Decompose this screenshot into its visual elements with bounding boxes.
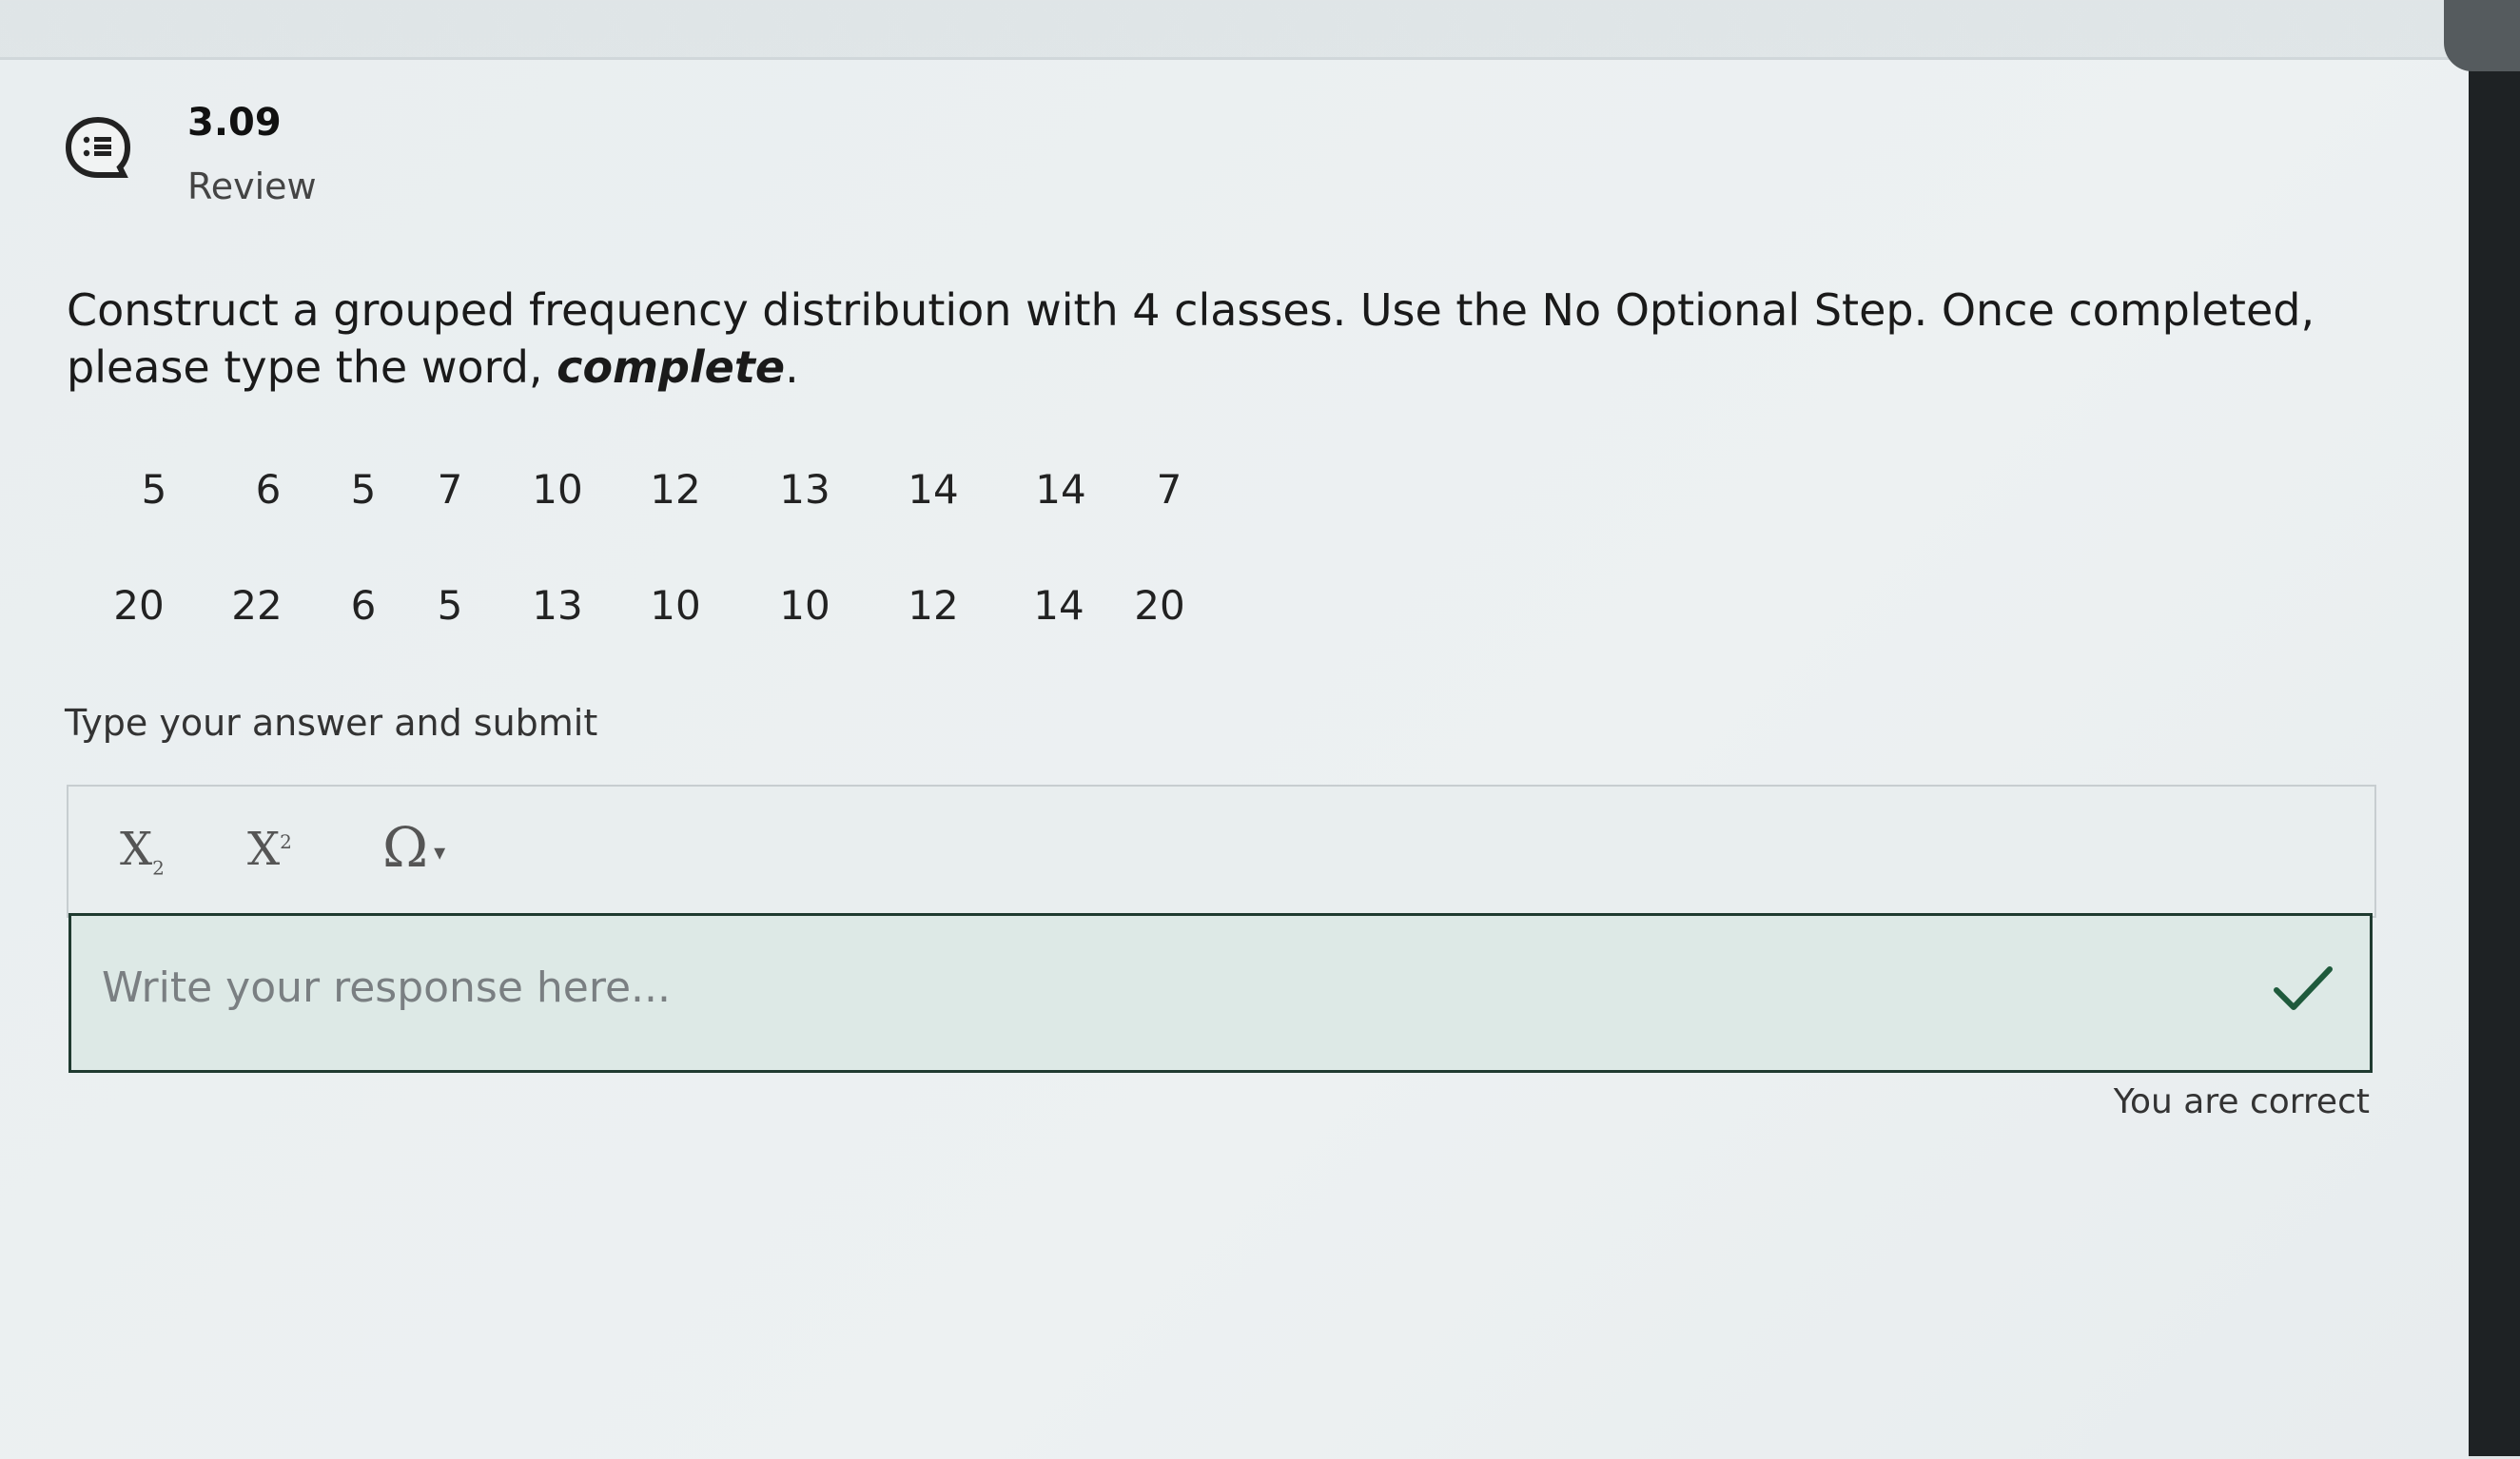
superscript-label: X xyxy=(247,823,281,876)
omega-icon: Ω xyxy=(382,815,429,880)
subscript-mark: 2 xyxy=(152,856,165,880)
data-value: 12 xyxy=(908,582,959,629)
data-value: 7 xyxy=(437,466,463,513)
superscript-button[interactable]: X2 xyxy=(247,823,292,876)
data-value: 5 xyxy=(141,466,167,513)
screen-bezel xyxy=(2469,0,2520,1456)
data-value: 5 xyxy=(350,466,377,513)
data-value: 10 xyxy=(532,466,583,513)
data-value: 20 xyxy=(113,582,165,629)
subscript-label: X xyxy=(120,823,153,876)
data-value: 10 xyxy=(650,582,701,629)
prompt-end: . xyxy=(785,341,799,393)
data-value: 13 xyxy=(779,466,830,513)
checkmark-icon xyxy=(2274,966,2333,1010)
subscript-button[interactable]: X2 xyxy=(120,823,165,880)
prompt-text: Construct a grouped frequency distributi… xyxy=(67,284,2315,393)
data-value: 14 xyxy=(908,466,959,513)
data-value: 7 xyxy=(1156,466,1182,513)
prompt-emphasis: complete xyxy=(557,341,786,393)
question-panel xyxy=(0,57,2469,1459)
data-value: 6 xyxy=(255,466,282,513)
feedback-message: You are correct xyxy=(2113,1082,2370,1121)
data-value: 14 xyxy=(1033,582,1084,629)
data-value: 5 xyxy=(437,582,463,629)
question-prompt: Construct a grouped frequency distributi… xyxy=(67,282,2331,396)
caret-down-icon: ▾ xyxy=(434,838,446,866)
special-characters-button[interactable]: Ω ▾ xyxy=(382,815,445,880)
editor-toolbar: X2 X2 Ω ▾ xyxy=(67,785,2376,918)
data-value: 6 xyxy=(350,582,377,629)
review-list-icon xyxy=(65,116,131,178)
data-value: 22 xyxy=(231,582,283,629)
data-value: 12 xyxy=(650,466,701,513)
answer-instruction: Type your answer and submit xyxy=(65,702,598,744)
window-corner xyxy=(2444,0,2520,71)
question-number: 3.09 xyxy=(187,101,282,145)
response-input[interactable] xyxy=(100,958,2244,1017)
superscript-mark: 2 xyxy=(280,830,292,853)
data-value: 14 xyxy=(1035,466,1086,513)
answer-box[interactable] xyxy=(68,913,2373,1073)
question-type: Review xyxy=(187,165,317,207)
data-value: 10 xyxy=(779,582,830,629)
data-value: 20 xyxy=(1134,582,1185,629)
data-value: 13 xyxy=(532,582,583,629)
